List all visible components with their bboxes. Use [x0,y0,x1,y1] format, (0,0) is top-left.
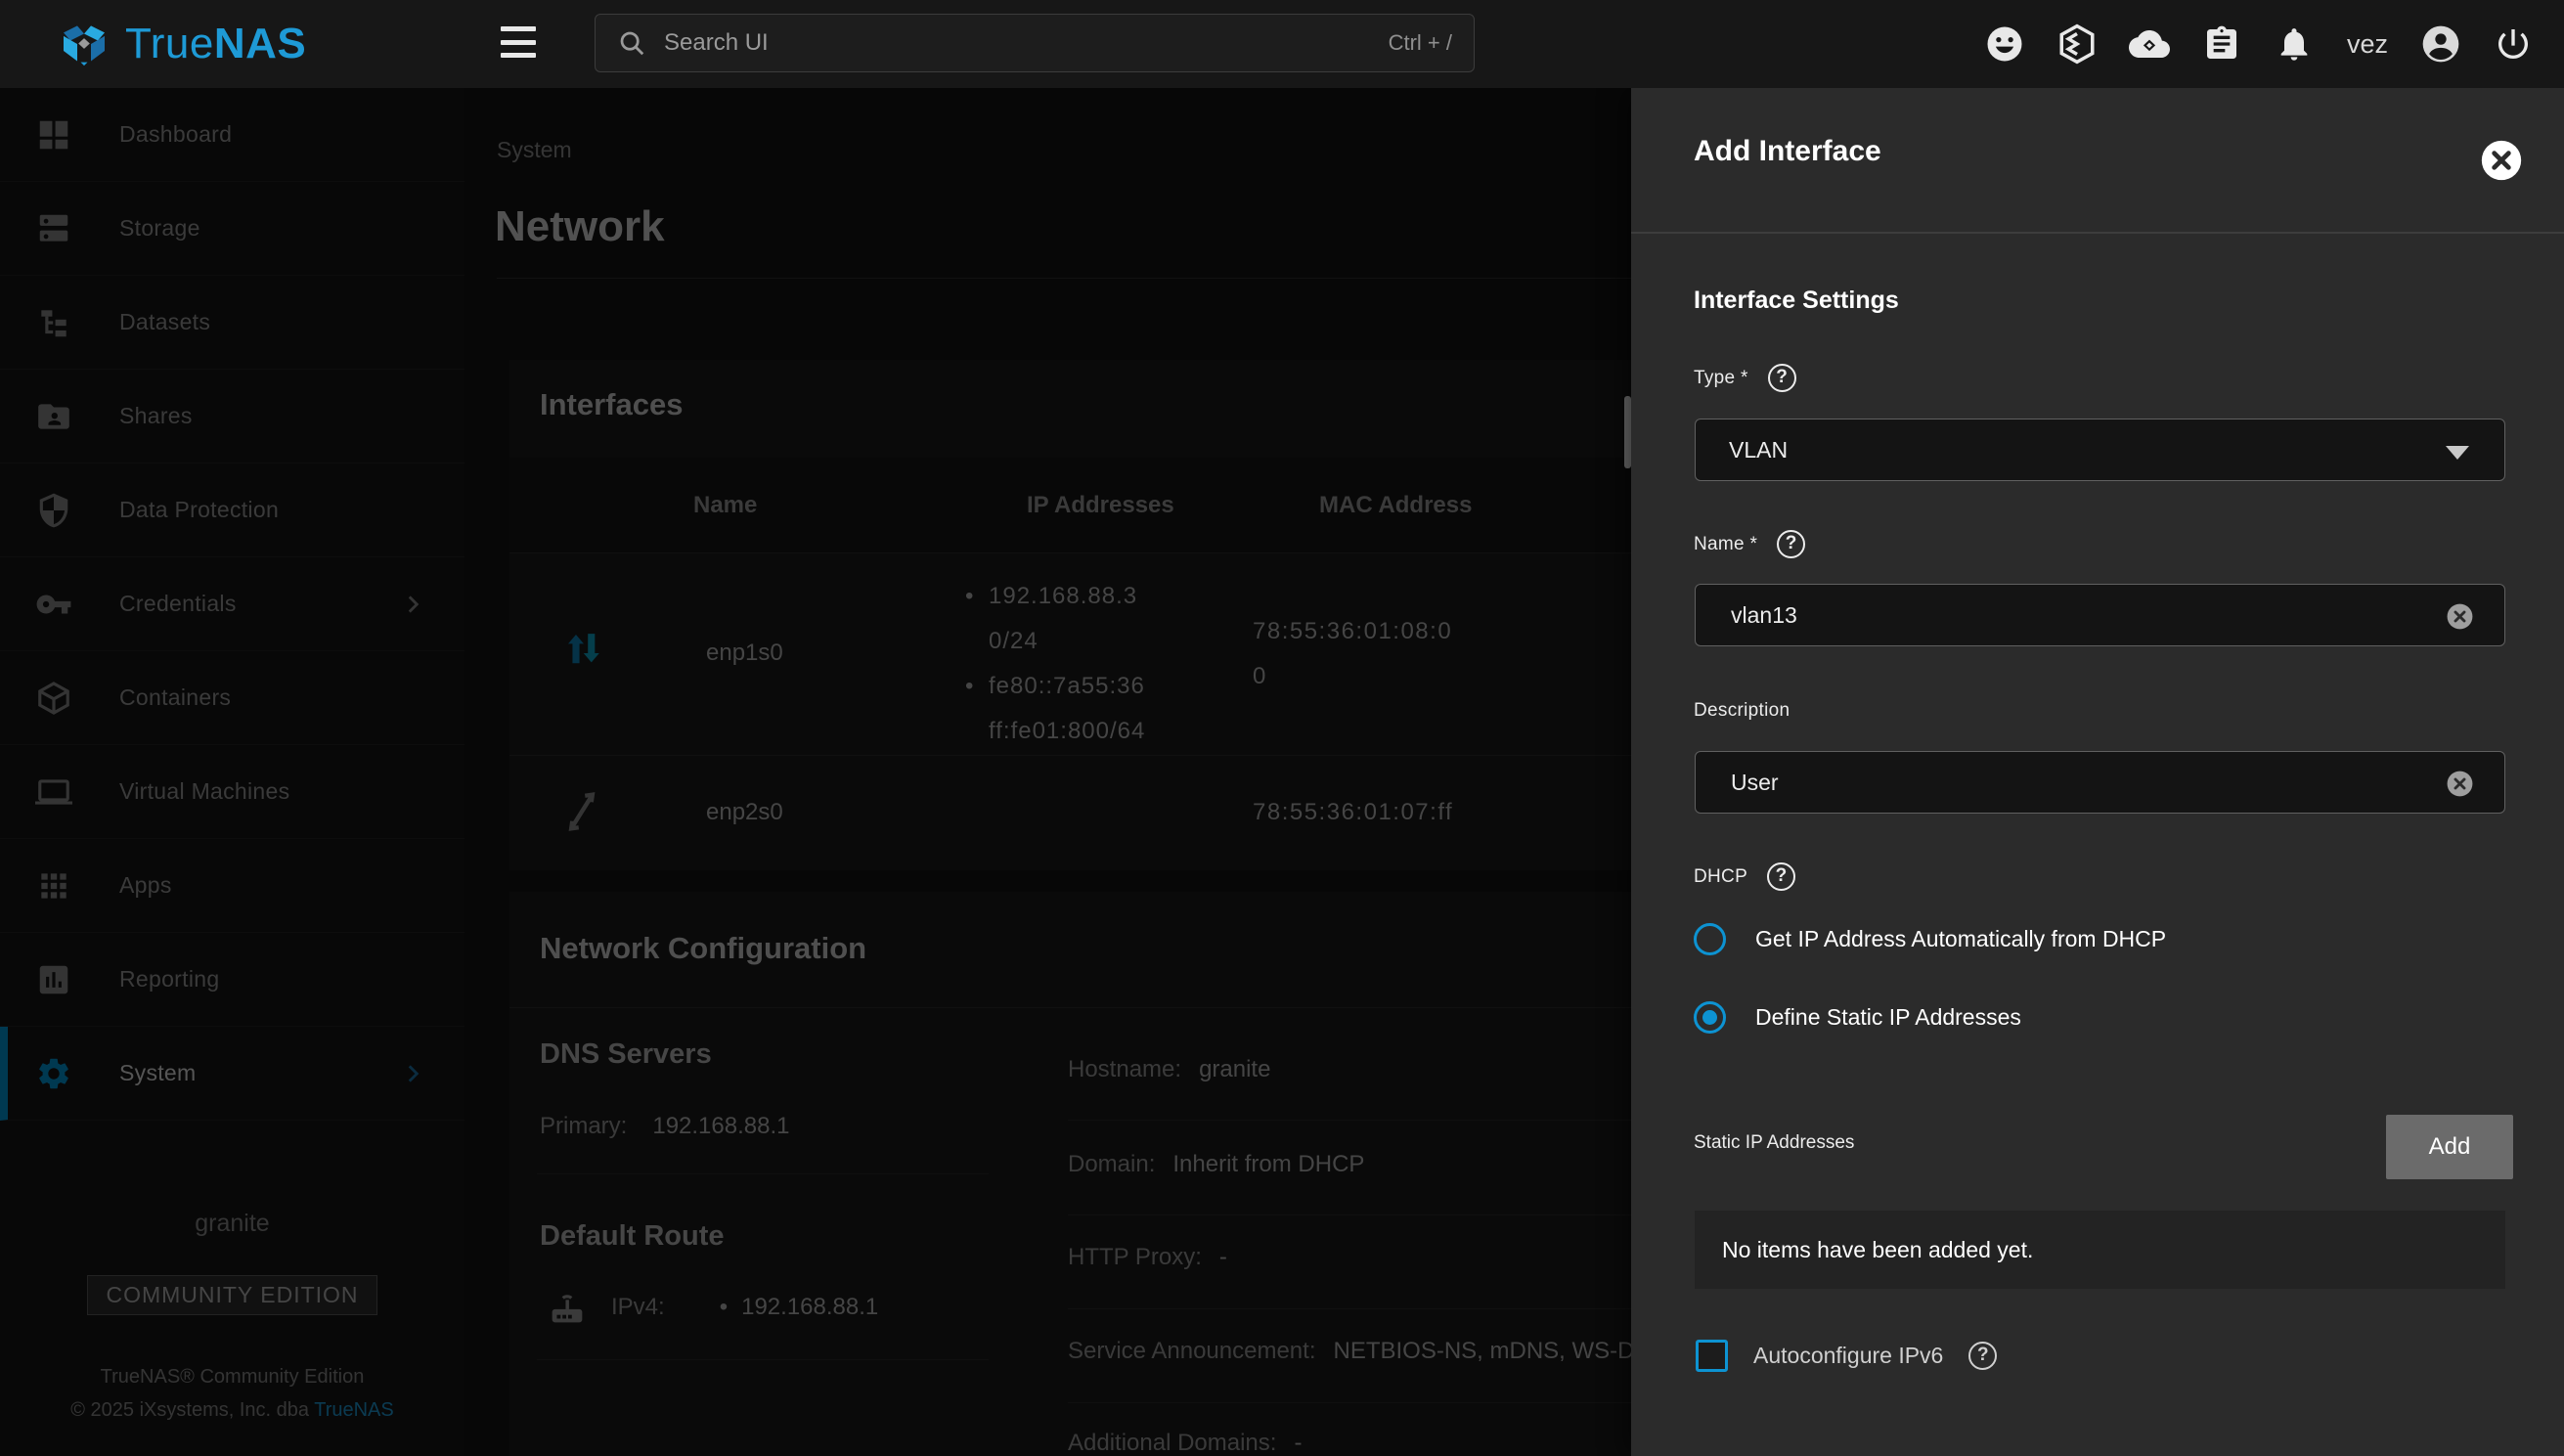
section-heading: Interface Settings [1694,287,1899,315]
help-icon[interactable] [1767,862,1795,891]
radio-unselected-icon [1694,923,1726,955]
name-input[interactable] [1729,601,2504,630]
help-icon[interactable] [1777,530,1805,558]
name-field [1695,584,2505,646]
help-icon[interactable] [1768,364,1796,392]
search-shortcut: Ctrl + / [1389,30,1452,56]
autoconfigure-ipv6-checkbox[interactable]: Autoconfigure IPv6 [1696,1340,1997,1372]
ix-stack-icon[interactable] [2056,22,2099,66]
name-label: Name * [1694,530,1805,558]
truenas-logo-text: TrueNAS [125,20,306,68]
modal-backdrop[interactable] [0,88,1631,1456]
feedback-icon[interactable] [1983,22,2026,66]
truenas-logo-icon [57,17,111,71]
user-avatar-icon[interactable] [2419,22,2462,66]
menu-icon[interactable] [501,26,536,58]
panel-title: Add Interface [1694,135,1881,168]
description-input[interactable] [1729,769,2504,797]
alerts-bell-icon[interactable] [2273,22,2316,66]
description-label: Description [1694,700,1790,722]
description-field [1695,751,2505,814]
jobs-clipboard-icon[interactable] [2200,22,2243,66]
add-interface-panel: Add Interface Interface Settings Type * … [1631,88,2564,1456]
scrollbar-thumb[interactable] [1624,396,1631,468]
type-select-value: VLAN [1729,437,1788,463]
dhcp-label: DHCP [1694,862,1795,891]
add-button[interactable]: Add [2386,1115,2513,1179]
divider [1631,232,2564,234]
help-icon[interactable] [1968,1342,1997,1370]
search-icon [617,28,646,58]
topbar: TrueNAS Ctrl + / vez [0,0,2564,88]
type-select[interactable]: VLAN [1695,419,2505,481]
global-search[interactable]: Ctrl + / [595,14,1475,72]
truenas-logo[interactable]: TrueNAS [57,17,306,71]
username: vez [2347,29,2388,60]
search-input[interactable] [662,28,1389,58]
radio-dhcp-auto[interactable]: Get IP Address Automatically from DHCP [1694,923,2166,955]
clear-icon[interactable] [2445,769,2475,799]
radio-static-ip[interactable]: Define Static IP Addresses [1694,1001,2021,1034]
static-ip-empty-state: No items have been added yet. [1695,1211,2505,1289]
radio-selected-icon [1694,1001,1726,1034]
chevron-down-icon [2446,446,2469,460]
truecommand-cloud-icon[interactable] [2128,22,2171,66]
close-icon[interactable] [2480,139,2523,182]
power-icon[interactable] [2492,22,2535,66]
type-label: Type * [1694,364,1796,392]
clear-icon[interactable] [2445,601,2475,632]
checkbox-unchecked-icon [1696,1340,1728,1372]
static-ip-label: Static IP Addresses [1694,1132,1854,1154]
